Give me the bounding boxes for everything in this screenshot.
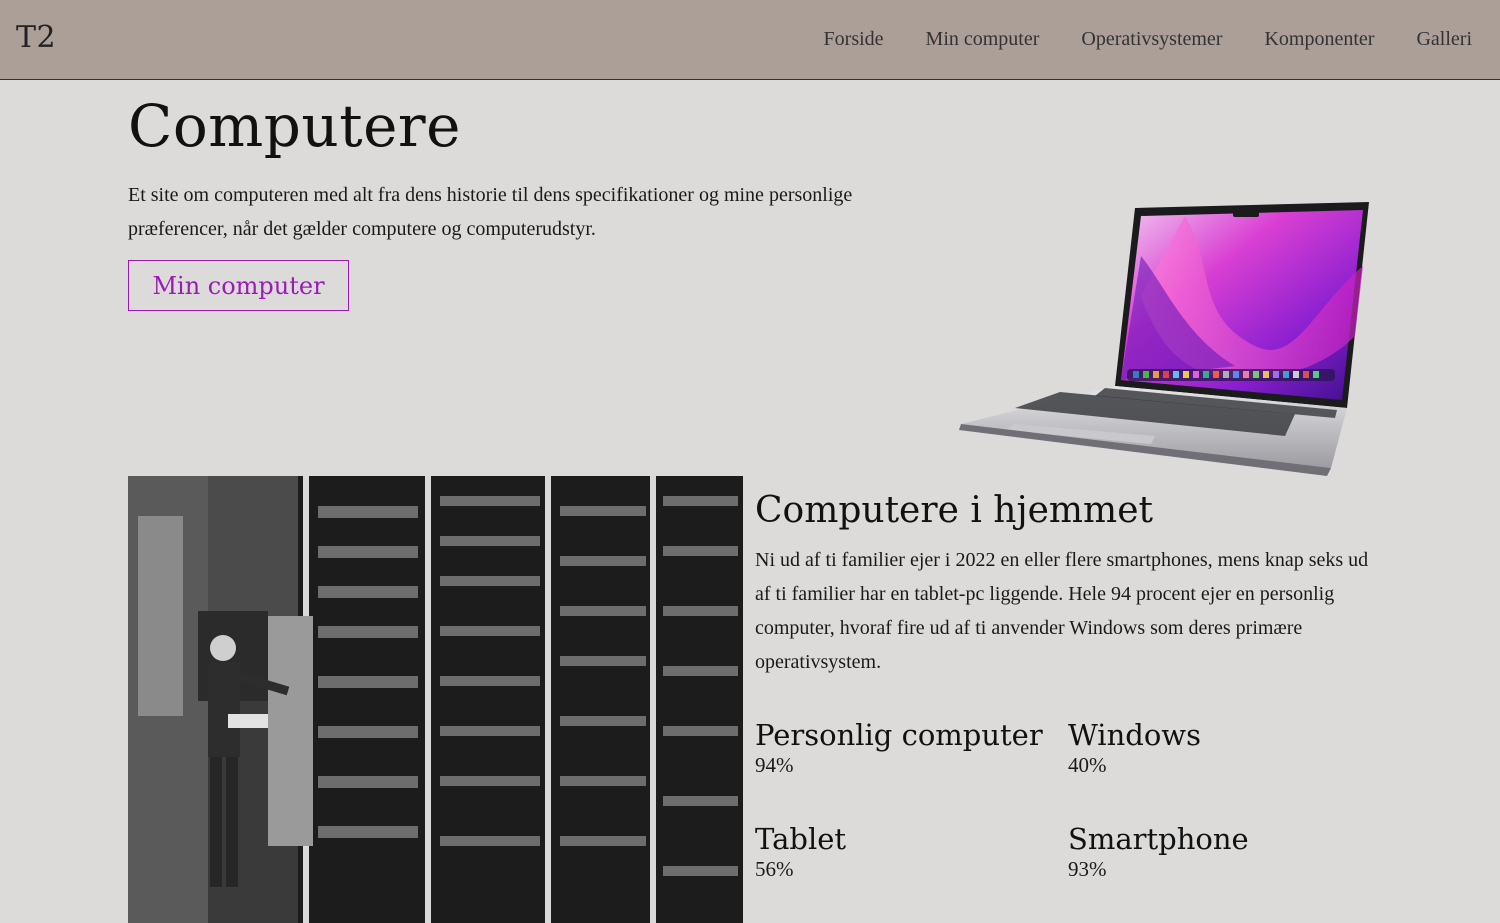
stat-personal-computer: Personlig computer 94% bbox=[755, 718, 1043, 778]
nav-link-galleri[interactable]: Galleri bbox=[1416, 28, 1472, 51]
stat-windows: Windows 40% bbox=[1068, 718, 1201, 778]
stat-label: Smartphone bbox=[1068, 822, 1249, 856]
stat-value: 56% bbox=[755, 857, 794, 881]
stat-smartphone: Smartphone 93% bbox=[1068, 822, 1249, 882]
stat-tablet: Tablet 56% bbox=[755, 822, 846, 882]
stat-value: 40% bbox=[1068, 753, 1107, 777]
stat-label: Tablet bbox=[755, 822, 847, 856]
section-title: Computere i hjemmet bbox=[755, 490, 1153, 531]
laptop-image bbox=[959, 202, 1369, 476]
nav-link-operativsystemer[interactable]: Operativsystemer bbox=[1081, 28, 1222, 51]
stat-value: 94% bbox=[755, 753, 794, 777]
hero-description: Et site om computeren med alt fra dens h… bbox=[128, 184, 853, 240]
section-description: Ni ud af ti familier ejer i 2022 en elle… bbox=[755, 549, 1369, 673]
min-computer-button[interactable]: Min computer bbox=[128, 260, 349, 311]
site-logo[interactable]: T2 bbox=[16, 20, 56, 55]
mainframe-photo bbox=[128, 476, 743, 923]
stat-label: Windows bbox=[1068, 718, 1201, 752]
nav-link-komponenter[interactable]: Komponenter bbox=[1264, 28, 1374, 51]
main-nav: Forside Min computer Operativsystemer Ko… bbox=[824, 28, 1472, 51]
nav-link-min-computer[interactable]: Min computer bbox=[926, 28, 1040, 51]
page-title: Computere bbox=[128, 92, 461, 160]
stat-label: Personlig computer bbox=[755, 718, 1043, 752]
nav-link-forside[interactable]: Forside bbox=[824, 28, 884, 51]
top-navigation-bar: T2 Forside Min computer Operativsystemer… bbox=[0, 0, 1500, 80]
stat-value: 93% bbox=[1068, 857, 1107, 881]
